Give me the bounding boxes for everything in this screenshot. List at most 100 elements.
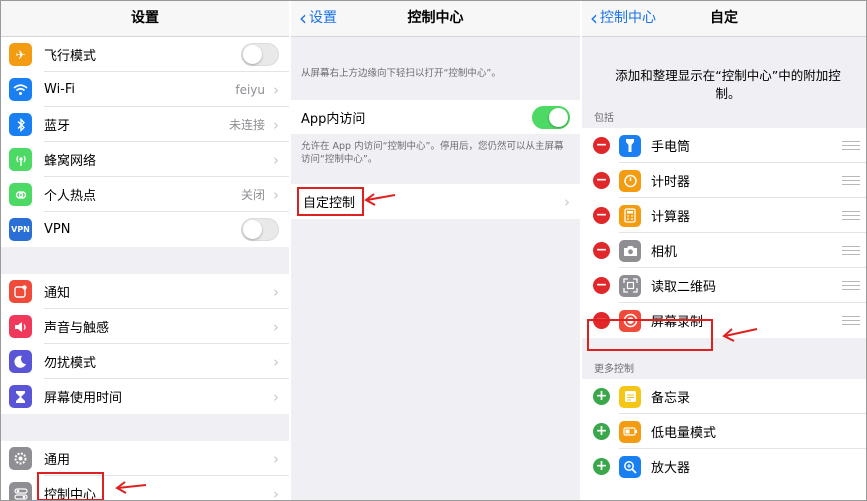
settings-item-sounds[interactable]: 声音与触感 › (1, 309, 289, 344)
chevron-right-icon: › (273, 352, 279, 371)
chevron-right-icon: › (273, 115, 279, 134)
settings-item-value: 未连接 (228, 118, 265, 132)
control-item-notes: + 备忘录 (582, 379, 866, 414)
remove-button[interactable]: − (593, 277, 610, 294)
notes-icon (619, 385, 641, 408)
control-item-label: 手电筒 (651, 140, 691, 155)
chevron-right-icon: › (564, 192, 570, 211)
chevron-right-icon: › (273, 185, 279, 204)
settings-item-label: VPN (44, 222, 71, 237)
settings-item-airplane[interactable]: ✈ 飞行模式 (1, 37, 289, 72)
page-title: 设置 (131, 10, 159, 26)
wifi-icon (9, 78, 32, 101)
settings-item-vpn[interactable]: VPN VPN (1, 212, 289, 247)
settings-item-screen-time[interactable]: 屏幕使用时间 › (1, 379, 289, 414)
settings-item-value: feiyu (235, 82, 265, 97)
flashlight-icon (619, 134, 641, 157)
battery-icon (619, 420, 641, 443)
red-arrow-icon (722, 328, 758, 342)
add-button[interactable]: + (593, 423, 610, 440)
red-arrow-icon (364, 193, 396, 206)
app-access-label: App内访问 (301, 111, 366, 127)
customize-navbar: ‹ 控制中心 自定 (582, 1, 866, 37)
settings-item-hotspot[interactable]: 个人热点 关闭 › (1, 177, 289, 212)
add-button[interactable]: + (593, 388, 610, 405)
highlight-box-customize (297, 187, 364, 216)
magnifier-icon (619, 455, 641, 478)
app-access-description: 允许在 App 内访问“控制中心”。停用后，您仍然可以从主屏幕访问“控制中心”。 (301, 141, 564, 165)
remove-button[interactable]: − (593, 137, 610, 154)
control-item-label: 读取二维码 (651, 280, 717, 295)
reorder-handle-icon[interactable] (842, 281, 860, 290)
notifications-icon (9, 280, 32, 303)
settings-item-wifi[interactable]: Wi-Fi feiyu › (1, 72, 289, 107)
control-center-panel: ‹ 设置 控制中心 从屏幕右上方边缘向下轻扫以打开“控制中心”。 App内访问 … (291, 1, 580, 500)
sound-icon (9, 315, 32, 338)
more-section-header: 更多控制 (594, 364, 634, 375)
remove-button[interactable]: − (593, 207, 610, 224)
control-item-calculator: − 计算器 (582, 198, 866, 233)
settings-item-value: 关闭 (240, 188, 265, 202)
highlight-box-control-center (37, 472, 104, 500)
vpn-icon: VPN (9, 218, 32, 241)
remove-button[interactable]: − (593, 172, 610, 189)
control-item-flashlight: − 手电筒 (582, 128, 866, 163)
app-access-toggle[interactable] (532, 105, 570, 129)
settings-item-label: 飞行模式 (44, 49, 97, 64)
highlight-box-screen-recording (587, 319, 713, 351)
control-item-label: 放大器 (651, 461, 691, 476)
gear-icon (9, 447, 32, 470)
chevron-right-icon: › (273, 484, 279, 501)
control-item-camera: − 相机 (582, 233, 866, 268)
airplane-icon: ✈ (9, 43, 32, 66)
settings-item-label: 通用 (44, 453, 71, 468)
settings-item-label: 蓝牙 (44, 119, 71, 134)
reorder-handle-icon[interactable] (842, 211, 860, 220)
settings-item-label: Wi-Fi (44, 82, 76, 97)
bluetooth-icon (9, 113, 32, 136)
settings-navbar: 设置 (1, 1, 289, 37)
settings-item-label: 勿扰模式 (44, 356, 97, 371)
reorder-handle-icon[interactable] (842, 176, 860, 185)
chevron-right-icon: › (273, 80, 279, 99)
more-controls-list: + 备忘录 + 低电量模式 + 放大器 (582, 379, 866, 484)
hourglass-icon (9, 385, 32, 408)
red-arrow-icon (115, 481, 147, 494)
control-center-intro: 从屏幕右上方边缘向下轻扫以打开“控制中心”。 (301, 68, 501, 79)
app-access-row: App内访问 (291, 100, 580, 134)
chevron-right-icon: › (273, 387, 279, 406)
settings-item-label: 屏幕使用时间 (44, 391, 123, 406)
vpn-toggle[interactable] (241, 218, 279, 241)
control-item-label: 计时器 (651, 175, 691, 190)
reorder-handle-icon[interactable] (842, 141, 860, 150)
chevron-right-icon: › (273, 282, 279, 301)
settings-item-notifications[interactable]: 通知 › (1, 274, 289, 309)
settings-item-label: 通知 (44, 286, 71, 301)
settings-panel: 设置 ✈ 飞行模式 Wi-Fi feiyu › 蓝牙 未连接 › 蜂窝网络 › … (1, 1, 289, 500)
control-center-icon (9, 482, 32, 500)
control-item-magnifier: + 放大器 (582, 449, 866, 484)
reorder-handle-icon[interactable] (842, 316, 860, 325)
camera-icon (619, 239, 641, 262)
settings-group-connectivity: ✈ 飞行模式 Wi-Fi feiyu › 蓝牙 未连接 › 蜂窝网络 › 个人热… (1, 37, 289, 247)
add-button[interactable]: + (593, 458, 610, 475)
settings-item-general[interactable]: 通用 › (1, 441, 289, 476)
reorder-handle-icon[interactable] (842, 246, 860, 255)
qr-code-icon (619, 274, 641, 297)
included-section-header: 包括 (594, 113, 614, 124)
settings-item-label: 声音与触感 (44, 321, 110, 336)
control-item-label: 备忘录 (651, 391, 691, 406)
timer-icon (619, 169, 641, 192)
settings-item-label: 蜂窝网络 (44, 154, 97, 169)
settings-item-dnd[interactable]: 勿扰模式 › (1, 344, 289, 379)
calculator-icon (619, 204, 641, 227)
customize-intro: 添加和整理显示在“控制中心”中的附加控制。 (615, 68, 841, 101)
control-item-qr-scanner: − 读取二维码 (582, 268, 866, 303)
settings-item-cellular[interactable]: 蜂窝网络 › (1, 142, 289, 177)
hotspot-icon (9, 183, 32, 206)
remove-button[interactable]: − (593, 242, 610, 259)
app-access-group: App内访问 (291, 100, 580, 134)
control-item-low-power: + 低电量模式 (582, 414, 866, 449)
settings-item-bluetooth[interactable]: 蓝牙 未连接 › (1, 107, 289, 142)
airplane-toggle[interactable] (241, 43, 279, 66)
